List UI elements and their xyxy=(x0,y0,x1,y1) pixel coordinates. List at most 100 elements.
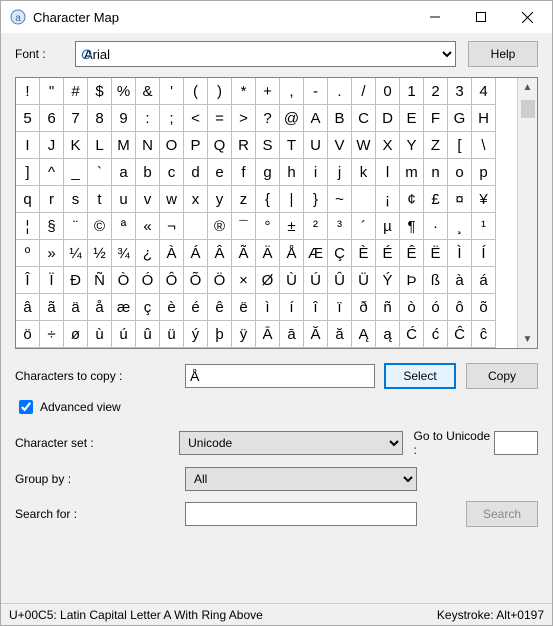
character-cell[interactable]: @ xyxy=(280,105,304,132)
character-cell[interactable]: ¬ xyxy=(160,213,184,240)
character-cell[interactable]: Ï xyxy=(40,267,64,294)
character-cell[interactable]: T xyxy=(280,132,304,159)
character-cell[interactable]: M xyxy=(112,132,136,159)
character-cell[interactable]: R xyxy=(232,132,256,159)
character-cell[interactable]: ¶ xyxy=(400,213,424,240)
character-cell[interactable]: 8 xyxy=(88,105,112,132)
character-cell[interactable]: : xyxy=(136,105,160,132)
search-button[interactable]: Search xyxy=(466,501,538,527)
charset-select[interactable]: Unicode xyxy=(179,431,403,455)
character-cell[interactable]: v xyxy=(136,186,160,213)
character-cell[interactable]: ! xyxy=(16,78,40,105)
character-cell[interactable]: Î xyxy=(16,267,40,294)
character-cell[interactable]: ; xyxy=(160,105,184,132)
character-cell[interactable]: ö xyxy=(16,321,40,348)
character-cell[interactable]: å xyxy=(88,294,112,321)
characters-to-copy-input[interactable] xyxy=(185,364,375,388)
character-cell[interactable]: È xyxy=(352,240,376,267)
character-cell[interactable]: x xyxy=(184,186,208,213)
character-cell[interactable]: Ü xyxy=(352,267,376,294)
character-cell[interactable]: g xyxy=(256,159,280,186)
character-cell[interactable]: | xyxy=(280,186,304,213)
character-cell[interactable]: ( xyxy=(184,78,208,105)
grid-scrollbar[interactable]: ▲ ▼ xyxy=(517,78,537,348)
character-cell[interactable]: ¥ xyxy=(472,186,496,213)
character-cell[interactable]: ¾ xyxy=(112,240,136,267)
character-cell[interactable]: » xyxy=(40,240,64,267)
goto-unicode-input[interactable] xyxy=(494,431,538,455)
character-cell[interactable]: ò xyxy=(400,294,424,321)
character-cell[interactable]: ð xyxy=(352,294,376,321)
character-cell[interactable]: U xyxy=(304,132,328,159)
character-cell[interactable]: * xyxy=(232,78,256,105)
character-cell[interactable]: k xyxy=(352,159,376,186)
character-cell[interactable]: þ xyxy=(208,321,232,348)
select-button[interactable]: Select xyxy=(384,363,456,389)
character-cell[interactable]: î xyxy=(304,294,328,321)
character-cell[interactable]: ~ xyxy=(328,186,352,213)
character-cell[interactable]: 0 xyxy=(376,78,400,105)
character-cell[interactable]: e xyxy=(208,159,232,186)
character-cell[interactable]: Ç xyxy=(328,240,352,267)
character-cell[interactable]: Q xyxy=(208,132,232,159)
character-cell[interactable]: Ā xyxy=(256,321,280,348)
character-cell[interactable]: ½ xyxy=(88,240,112,267)
character-cell[interactable]: B xyxy=(328,105,352,132)
character-cell[interactable]: c xyxy=(160,159,184,186)
scroll-thumb[interactable] xyxy=(521,100,535,118)
character-cell[interactable]: l xyxy=(376,159,400,186)
character-cell[interactable]: $ xyxy=(88,78,112,105)
character-cell[interactable]: ÷ xyxy=(40,321,64,348)
character-cell[interactable]: Æ xyxy=(304,240,328,267)
character-cell[interactable]: # xyxy=(64,78,88,105)
character-cell[interactable]: ` xyxy=(88,159,112,186)
character-cell[interactable]: õ xyxy=(472,294,496,321)
character-cell[interactable]: [ xyxy=(448,132,472,159)
character-cell[interactable]: Y xyxy=(400,132,424,159)
character-cell[interactable]: t xyxy=(88,186,112,213)
character-cell[interactable]: u xyxy=(112,186,136,213)
character-cell[interactable]: j xyxy=(328,159,352,186)
character-cell[interactable]: Â xyxy=(208,240,232,267)
close-button[interactable] xyxy=(504,2,550,32)
character-cell[interactable]: ì xyxy=(256,294,280,321)
character-cell[interactable]: O xyxy=(160,132,184,159)
character-cell[interactable]: o xyxy=(448,159,472,186)
character-cell[interactable]: , xyxy=(280,78,304,105)
character-grid[interactable]: !"#$%&'()*+,-./0123456789:;<=>?@ABCDEFGH… xyxy=(16,78,517,348)
character-cell[interactable]: i xyxy=(304,159,328,186)
character-cell[interactable]: × xyxy=(232,267,256,294)
character-cell[interactable]: Ý xyxy=(376,267,400,294)
advanced-view-checkbox-input[interactable] xyxy=(19,400,33,414)
character-cell[interactable]: < xyxy=(184,105,208,132)
character-cell[interactable]: Ã xyxy=(232,240,256,267)
character-cell[interactable]: ô xyxy=(448,294,472,321)
character-cell[interactable]: Á xyxy=(184,240,208,267)
character-cell[interactable]: ï xyxy=(328,294,352,321)
character-cell[interactable]: 4 xyxy=(472,78,496,105)
character-cell[interactable]: ) xyxy=(208,78,232,105)
character-cell[interactable]: ¢ xyxy=(400,186,424,213)
character-cell[interactable]: A xyxy=(304,105,328,132)
character-cell[interactable]: z xyxy=(232,186,256,213)
character-cell[interactable]: Ä xyxy=(256,240,280,267)
character-cell[interactable]: ĉ xyxy=(472,321,496,348)
character-cell[interactable]: { xyxy=(256,186,280,213)
character-cell[interactable]: 2 xyxy=(424,78,448,105)
character-cell[interactable]: ù xyxy=(88,321,112,348)
character-cell[interactable]: . xyxy=(328,78,352,105)
character-cell[interactable]: _ xyxy=(64,159,88,186)
character-cell[interactable]: æ xyxy=(112,294,136,321)
character-cell[interactable]: â xyxy=(16,294,40,321)
character-cell[interactable]: } xyxy=(304,186,328,213)
character-cell[interactable]: S xyxy=(256,132,280,159)
character-cell[interactable]: Ê xyxy=(400,240,424,267)
character-cell[interactable]: ą xyxy=(376,321,400,348)
character-cell[interactable]: Ø xyxy=(256,267,280,294)
character-cell[interactable]: ¦ xyxy=(16,213,40,240)
character-cell[interactable]: G xyxy=(448,105,472,132)
copy-button[interactable]: Copy xyxy=(466,363,538,389)
character-cell[interactable]: µ xyxy=(376,213,400,240)
character-cell[interactable]: L xyxy=(88,132,112,159)
character-cell[interactable]: à xyxy=(448,267,472,294)
